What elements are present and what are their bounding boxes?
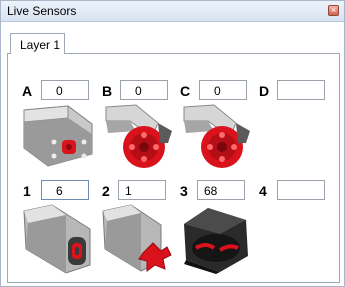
touch-sensor-icon xyxy=(102,204,172,272)
port-label-c: C xyxy=(180,83,191,99)
port-label-b: B xyxy=(102,83,113,99)
title-bar: Live Sensors × xyxy=(1,1,344,22)
port-3-value-field[interactable]: 68 xyxy=(197,180,245,200)
large-motor-b-icon xyxy=(105,104,172,168)
infrared-sensor-icon xyxy=(184,208,248,274)
window-title: Live Sensors xyxy=(7,4,77,18)
port-label-3: 3 xyxy=(180,183,188,199)
port-label-4: 4 xyxy=(259,183,267,199)
port-label-d: D xyxy=(259,83,270,99)
port-a-value-field[interactable]: 0 xyxy=(41,80,89,100)
tab-layer-1[interactable]: Layer 1 xyxy=(10,33,65,54)
port-label-1: 1 xyxy=(23,183,31,199)
port-b-value-field[interactable]: 0 xyxy=(120,80,168,100)
ultrasonic-sensor-icon xyxy=(23,204,91,274)
port-label-2: 2 xyxy=(102,183,110,199)
close-icon[interactable]: × xyxy=(328,5,339,16)
port-4-value-field[interactable] xyxy=(277,180,325,200)
port-label-a: A xyxy=(22,83,33,99)
port-d-value-field[interactable] xyxy=(277,80,325,100)
large-motor-c-icon xyxy=(183,104,250,168)
port-2-value-field[interactable]: 1 xyxy=(118,180,166,200)
port-c-value-field[interactable]: 0 xyxy=(199,80,247,100)
port-1-value-field[interactable]: 6 xyxy=(41,180,89,200)
medium-motor-icon xyxy=(23,105,93,167)
live-sensors-window: Live Sensors × Layer 1 A 0 B 0 C 0 D 1 6… xyxy=(0,0,345,287)
